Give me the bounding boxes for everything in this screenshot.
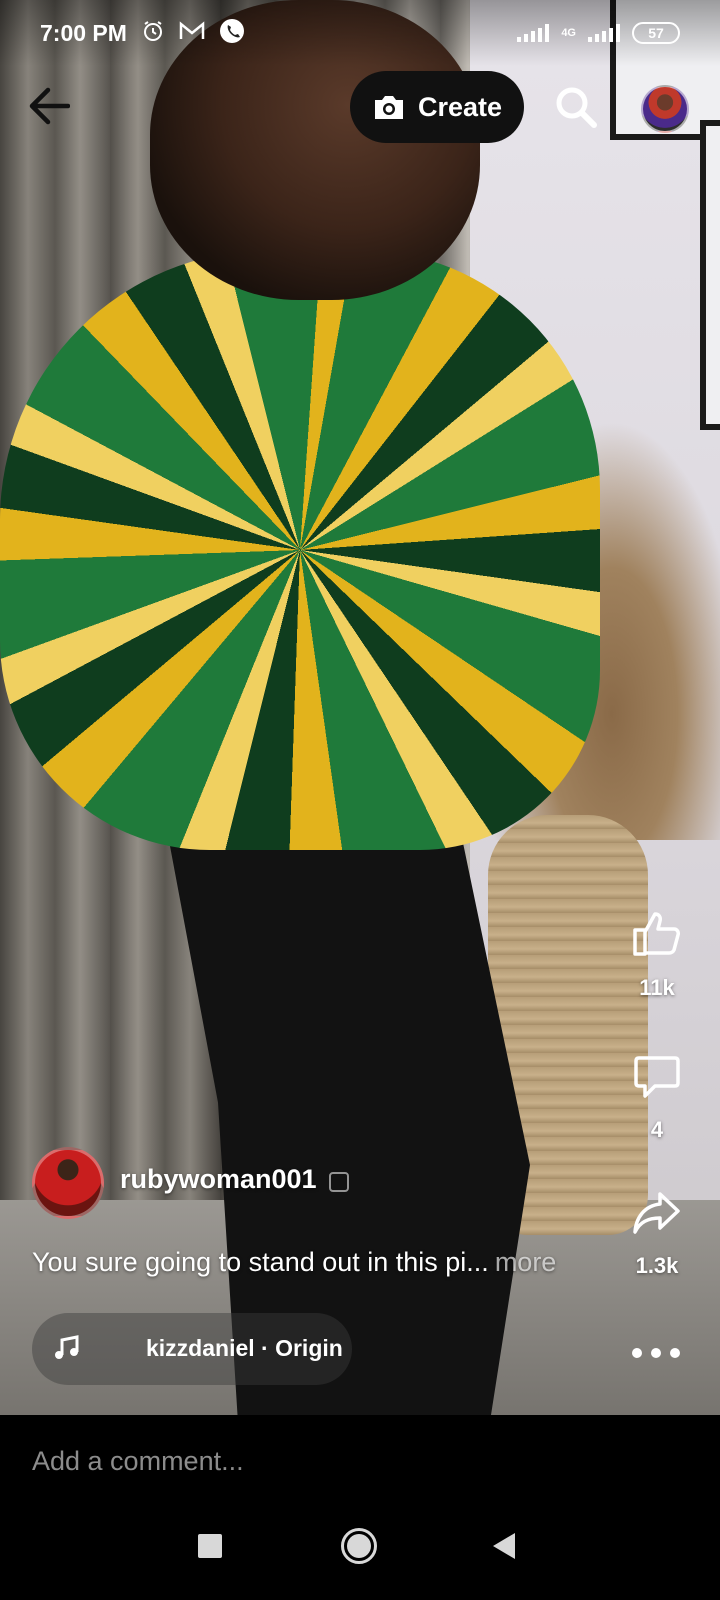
more-icon <box>670 1348 680 1358</box>
caption[interactable]: You sure going to stand out in this pi..… <box>32 1247 556 1278</box>
audio-pill[interactable]: kizzdaniel · Origin <box>32 1313 352 1385</box>
gmail-icon <box>179 20 205 46</box>
home-icon[interactable] <box>341 1528 377 1564</box>
more-icon <box>632 1348 642 1358</box>
back-button[interactable] <box>24 82 72 130</box>
recents-icon[interactable] <box>198 1534 222 1558</box>
more-button[interactable] <box>632 1338 680 1368</box>
phone-icon <box>219 18 245 49</box>
network-type: 4G <box>561 27 576 39</box>
search-button[interactable] <box>553 84 599 130</box>
comment-count: 4 <box>650 1117 664 1142</box>
nav-back-icon[interactable] <box>493 1533 515 1559</box>
create-button[interactable]: Create <box>350 71 524 143</box>
comment-bar <box>0 1415 720 1507</box>
system-nav-bar <box>0 1507 720 1600</box>
like-button[interactable]: 11k <box>620 908 694 1001</box>
signal-icon <box>588 24 620 42</box>
more-icon <box>651 1348 661 1358</box>
share-button[interactable]: 1.3k <box>620 1190 694 1279</box>
caption-text: You sure going to stand out in this pi..… <box>32 1247 489 1277</box>
music-note-icon <box>55 1335 79 1359</box>
caption-more-link[interactable]: more <box>495 1247 557 1277</box>
author-avatar[interactable] <box>32 1147 104 1219</box>
comment-input[interactable] <box>32 1439 632 1483</box>
comment-icon <box>634 1056 680 1098</box>
share-count: 1.3k <box>635 1253 679 1278</box>
back-arrow-icon <box>29 87 70 125</box>
share-icon <box>633 1192 680 1234</box>
alarm-icon <box>141 19 165 48</box>
comment-button[interactable]: 4 <box>620 1052 694 1143</box>
status-time: 7:00 PM <box>40 19 127 46</box>
battery-icon: 57 <box>632 22 680 44</box>
status-left: 7:00 PM <box>40 18 245 49</box>
person-printed-top <box>0 250 600 850</box>
status-bar: 7:00 PM 4G 57 <box>0 0 720 66</box>
create-label: Create <box>417 91 503 122</box>
wall-frame <box>700 120 720 430</box>
thumbs-up-icon <box>633 912 680 956</box>
profile-avatar[interactable] <box>641 85 689 133</box>
like-count: 11k <box>639 975 675 1000</box>
reel-video[interactable] <box>0 0 720 1415</box>
camera-icon <box>374 96 403 119</box>
status-right: 4G 57 <box>517 22 680 44</box>
signal-icon <box>517 24 550 42</box>
badge-icon <box>329 1172 349 1192</box>
author-name[interactable]: rubywoman001 <box>120 1164 317 1195</box>
search-icon <box>556 87 597 128</box>
audio-title: kizzdaniel · Origin <box>146 1335 343 1361</box>
